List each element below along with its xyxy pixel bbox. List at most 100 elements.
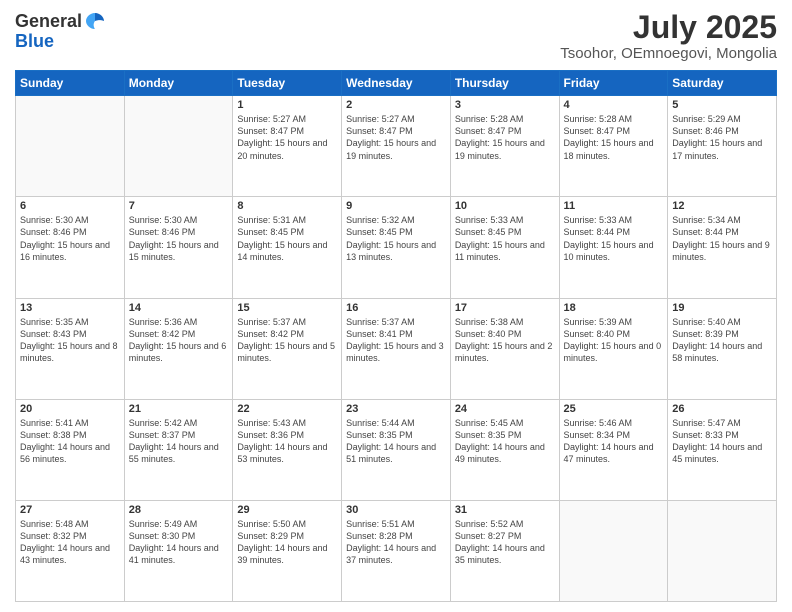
col-friday: Friday — [559, 71, 668, 96]
day-number: 21 — [129, 403, 229, 415]
day-number: 19 — [672, 302, 772, 314]
day-info: Sunrise: 5:31 AMSunset: 8:45 PMDaylight:… — [237, 214, 337, 263]
day-info: Sunrise: 5:33 AMSunset: 8:44 PMDaylight:… — [564, 214, 664, 263]
day-info: Sunrise: 5:35 AMSunset: 8:43 PMDaylight:… — [20, 316, 120, 365]
day-number: 1 — [237, 99, 337, 111]
logo: General Blue — [15, 10, 106, 50]
day-info: Sunrise: 5:27 AMSunset: 8:47 PMDaylight:… — [346, 113, 446, 162]
table-row: 14 Sunrise: 5:36 AMSunset: 8:42 PMDayligh… — [124, 298, 233, 399]
day-number: 9 — [346, 200, 446, 212]
day-info: Sunrise: 5:42 AMSunset: 8:37 PMDaylight:… — [129, 417, 229, 466]
calendar-week-row: 13 Sunrise: 5:35 AMSunset: 8:43 PMDayligh… — [16, 298, 777, 399]
calendar-table: Sunday Monday Tuesday Wednesday Thursday… — [15, 70, 777, 602]
day-info: Sunrise: 5:49 AMSunset: 8:30 PMDaylight:… — [129, 518, 229, 567]
logo-icon — [84, 10, 106, 32]
day-info: Sunrise: 5:39 AMSunset: 8:40 PMDaylight:… — [564, 316, 664, 365]
table-row: 2 Sunrise: 5:27 AMSunset: 8:47 PMDaylight… — [342, 96, 451, 197]
table-row: 20 Sunrise: 5:41 AMSunset: 8:38 PMDayligh… — [16, 399, 125, 500]
table-row: 13 Sunrise: 5:35 AMSunset: 8:43 PMDayligh… — [16, 298, 125, 399]
day-info: Sunrise: 5:37 AMSunset: 8:41 PMDaylight:… — [346, 316, 446, 365]
day-number: 28 — [129, 504, 229, 516]
table-row: 1 Sunrise: 5:27 AMSunset: 8:47 PMDaylight… — [233, 96, 342, 197]
day-info: Sunrise: 5:47 AMSunset: 8:33 PMDaylight:… — [672, 417, 772, 466]
day-info: Sunrise: 5:32 AMSunset: 8:45 PMDaylight:… — [346, 214, 446, 263]
page-subtitle: Tsoohor, OEmnoegovi, Mongolia — [560, 45, 777, 62]
header: General Blue July 2025 Tsoohor, OEmnoego… — [15, 10, 777, 62]
day-info: Sunrise: 5:29 AMSunset: 8:46 PMDaylight:… — [672, 113, 772, 162]
table-row: 18 Sunrise: 5:39 AMSunset: 8:40 PMDayligh… — [559, 298, 668, 399]
table-row: 21 Sunrise: 5:42 AMSunset: 8:37 PMDayligh… — [124, 399, 233, 500]
day-info: Sunrise: 5:37 AMSunset: 8:42 PMDaylight:… — [237, 316, 337, 365]
day-info: Sunrise: 5:34 AMSunset: 8:44 PMDaylight:… — [672, 214, 772, 263]
table-row: 17Sunrise: 5:38 AMSunset: 8:40 PMDayligh… — [450, 298, 559, 399]
calendar-header-row: Sunday Monday Tuesday Wednesday Thursday… — [16, 71, 777, 96]
day-info: Sunrise: 5:28 AMSunset: 8:47 PMDaylight:… — [455, 113, 555, 162]
logo-text-blue: Blue — [15, 32, 106, 50]
table-row: 5 Sunrise: 5:29 AMSunset: 8:46 PMDaylight… — [668, 96, 777, 197]
day-number: 26 — [672, 403, 772, 415]
table-row: 9 Sunrise: 5:32 AMSunset: 8:45 PMDaylight… — [342, 197, 451, 298]
day-info: Sunrise: 5:44 AMSunset: 8:35 PMDaylight:… — [346, 417, 446, 466]
day-number: 11 — [564, 200, 664, 212]
table-row: 10Sunrise: 5:33 AMSunset: 8:45 PMDayligh… — [450, 197, 559, 298]
table-row: 27Sunrise: 5:48 AMSunset: 8:32 PMDayligh… — [16, 500, 125, 601]
table-row: 3 Sunrise: 5:28 AMSunset: 8:47 PMDaylight… — [450, 96, 559, 197]
day-info: Sunrise: 5:40 AMSunset: 8:39 PMDaylight:… — [672, 316, 772, 365]
col-sunday: Sunday — [16, 71, 125, 96]
table-row: 29Sunrise: 5:50 AMSunset: 8:29 PMDayligh… — [233, 500, 342, 601]
day-number: 30 — [346, 504, 446, 516]
logo-text-general: General — [15, 12, 82, 30]
table-row: 26 Sunrise: 5:47 AMSunset: 8:33 PMDayligh… — [668, 399, 777, 500]
table-row — [16, 96, 125, 197]
table-row: 4 Sunrise: 5:28 AMSunset: 8:47 PMDaylight… — [559, 96, 668, 197]
day-number: 3 — [455, 99, 555, 111]
table-row: 25Sunrise: 5:46 AMSunset: 8:34 PMDayligh… — [559, 399, 668, 500]
title-block: July 2025 Tsoohor, OEmnoegovi, Mongolia — [560, 10, 777, 62]
table-row: 7Sunrise: 5:30 AMSunset: 8:46 PMDaylight… — [124, 197, 233, 298]
table-row — [668, 500, 777, 601]
day-info: Sunrise: 5:43 AMSunset: 8:36 PMDaylight:… — [237, 417, 337, 466]
calendar-week-row: 20 Sunrise: 5:41 AMSunset: 8:38 PMDayligh… — [16, 399, 777, 500]
table-row: 19 Sunrise: 5:40 AMSunset: 8:39 PMDayligh… — [668, 298, 777, 399]
col-thursday: Thursday — [450, 71, 559, 96]
day-info: Sunrise: 5:51 AMSunset: 8:28 PMDaylight:… — [346, 518, 446, 567]
calendar-body: 1 Sunrise: 5:27 AMSunset: 8:47 PMDaylight… — [16, 96, 777, 602]
table-row: 12 Sunrise: 5:34 AMSunset: 8:44 PMDayligh… — [668, 197, 777, 298]
calendar-week-row: 1 Sunrise: 5:27 AMSunset: 8:47 PMDaylight… — [16, 96, 777, 197]
calendar-week-row: 27Sunrise: 5:48 AMSunset: 8:32 PMDayligh… — [16, 500, 777, 601]
day-number: 8 — [237, 200, 337, 212]
day-number: 31 — [455, 504, 555, 516]
day-info: Sunrise: 5:33 AMSunset: 8:45 PMDaylight:… — [455, 214, 555, 263]
day-number: 4 — [564, 99, 664, 111]
day-info: Sunrise: 5:28 AMSunset: 8:47 PMDaylight:… — [564, 113, 664, 162]
day-number: 20 — [20, 403, 120, 415]
day-number: 15 — [237, 302, 337, 314]
day-number: 18 — [564, 302, 664, 314]
day-info: Sunrise: 5:41 AMSunset: 8:38 PMDaylight:… — [20, 417, 120, 466]
table-row: 15 Sunrise: 5:37 AMSunset: 8:42 PMDayligh… — [233, 298, 342, 399]
day-info: Sunrise: 5:27 AMSunset: 8:47 PMDaylight:… — [237, 113, 337, 162]
day-number: 12 — [672, 200, 772, 212]
day-info: Sunrise: 5:36 AMSunset: 8:42 PMDaylight:… — [129, 316, 229, 365]
table-row: 30 Sunrise: 5:51 AMSunset: 8:28 PMDayligh… — [342, 500, 451, 601]
table-row: 24Sunrise: 5:45 AMSunset: 8:35 PMDayligh… — [450, 399, 559, 500]
day-number: 5 — [672, 99, 772, 111]
day-info: Sunrise: 5:45 AMSunset: 8:35 PMDaylight:… — [455, 417, 555, 466]
table-row: 28 Sunrise: 5:49 AMSunset: 8:30 PMDayligh… — [124, 500, 233, 601]
day-number: 7 — [129, 200, 229, 212]
day-number: 13 — [20, 302, 120, 314]
page: General Blue July 2025 Tsoohor, OEmnoego… — [0, 0, 792, 612]
col-tuesday: Tuesday — [233, 71, 342, 96]
table-row: 31 Sunrise: 5:52 AMSunset: 8:27 PMDayligh… — [450, 500, 559, 601]
day-info: Sunrise: 5:52 AMSunset: 8:27 PMDaylight:… — [455, 518, 555, 567]
day-info: Sunrise: 5:50 AMSunset: 8:29 PMDaylight:… — [237, 518, 337, 567]
table-row: 11 Sunrise: 5:33 AMSunset: 8:44 PMDayligh… — [559, 197, 668, 298]
day-number: 14 — [129, 302, 229, 314]
day-number: 17 — [455, 302, 555, 314]
day-number: 16 — [346, 302, 446, 314]
day-info: Sunrise: 5:48 AMSunset: 8:32 PMDaylight:… — [20, 518, 120, 567]
day-number: 25 — [564, 403, 664, 415]
calendar-week-row: 6Sunrise: 5:30 AMSunset: 8:46 PMDaylight… — [16, 197, 777, 298]
table-row — [559, 500, 668, 601]
day-number: 2 — [346, 99, 446, 111]
